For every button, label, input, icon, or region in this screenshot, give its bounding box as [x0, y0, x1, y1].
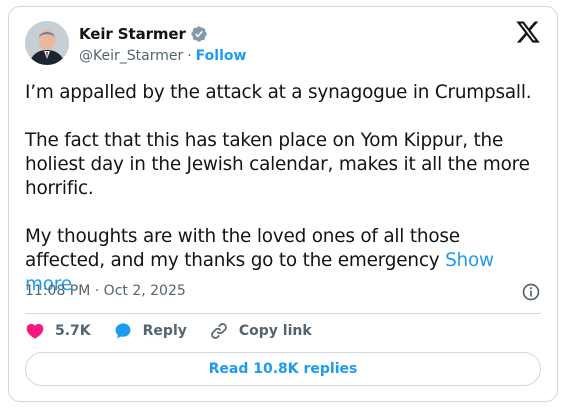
tweet-card: Keir Starmer @Keir_Starmer · Follow I’m … [8, 6, 558, 402]
tweet-paragraph-text: My thoughts are with the loved ones of a… [25, 226, 460, 271]
author-name[interactable]: Keir Starmer [79, 25, 186, 43]
reply-bubble-icon [115, 323, 131, 339]
link-icon [211, 323, 227, 339]
heart-icon [26, 323, 44, 339]
author-handle-row: @Keir_Starmer · Follow [79, 46, 246, 66]
action-bar: 5.7K Reply Copy link [25, 320, 334, 342]
reply-button[interactable]: Reply [113, 321, 187, 341]
copy-link-button[interactable]: Copy link [209, 321, 312, 341]
x-logo-icon[interactable] [515, 19, 541, 45]
like-count: 5.7K [55, 323, 91, 339]
like-button[interactable]: 5.7K [25, 321, 91, 341]
tweet-paragraph: The fact that this has taken place on Yo… [25, 130, 530, 199]
author-name-row: Keir Starmer [79, 23, 208, 45]
avatar[interactable] [25, 21, 69, 65]
tweet-timestamp[interactable]: 11:08 PM · Oct 2, 2025 [25, 283, 186, 299]
verified-badge-icon [191, 26, 207, 42]
tweet-timestamp-row: 11:08 PM · Oct 2, 2025 [25, 280, 186, 302]
copy-link-label: Copy link [238, 323, 312, 339]
read-replies-button[interactable]: Read 10.8K replies [25, 352, 541, 386]
author-handle[interactable]: @Keir_Starmer [79, 48, 183, 64]
tweet-paragraph: I’m appalled by the attack at a synagogu… [25, 82, 532, 103]
reply-label: Reply [142, 323, 187, 339]
tweet-text: I’m appalled by the attack at a synagogu… [25, 81, 545, 297]
avatar-image [25, 21, 69, 65]
divider [25, 313, 541, 314]
separator-dot: · [187, 48, 192, 64]
info-icon[interactable] [521, 282, 541, 302]
follow-button[interactable]: Follow [196, 48, 247, 64]
